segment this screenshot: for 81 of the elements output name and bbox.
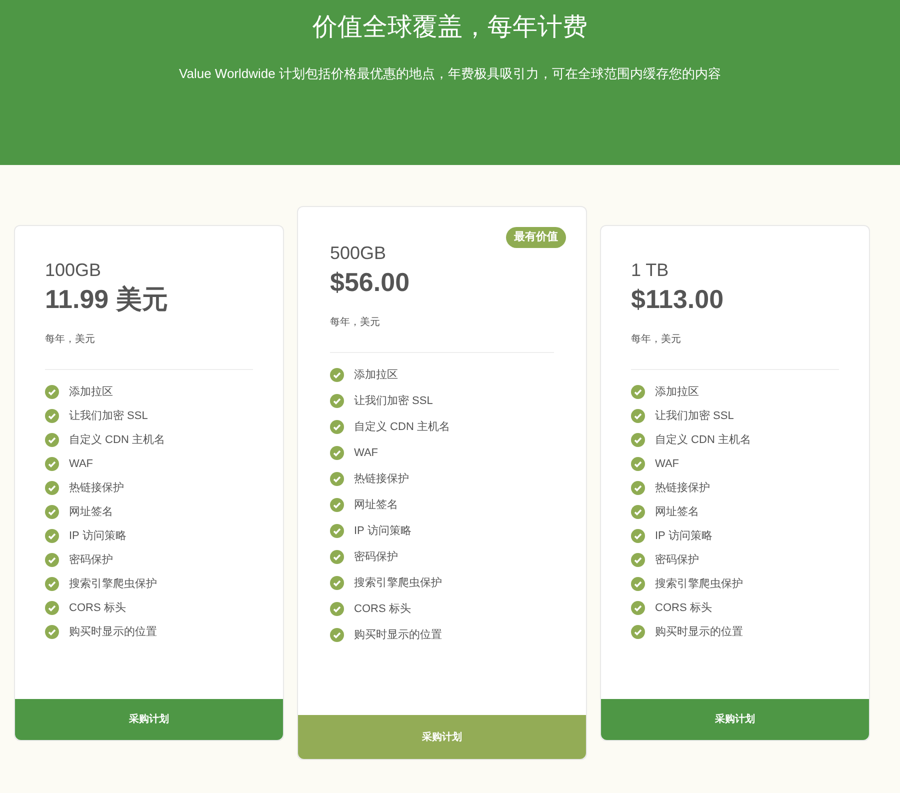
- best-value-badge: 最有价值: [506, 227, 566, 248]
- feature-text: 添加拉区: [69, 384, 113, 400]
- feature-text: IP 访问策略: [69, 528, 126, 544]
- check-icon: [631, 433, 645, 447]
- plan-name: 100GB: [45, 259, 102, 282]
- feature-text: 搜索引擎爬虫保护: [655, 576, 743, 592]
- purchase-plan-button[interactable]: 采购计划: [601, 699, 869, 740]
- feature-text: WAF: [354, 446, 378, 461]
- feature-text: 热链接保护: [655, 480, 710, 496]
- check-icon: [330, 498, 344, 512]
- check-icon: [631, 529, 645, 543]
- feature-text: 让我们加密 SSL: [655, 408, 734, 424]
- check-icon: [330, 394, 344, 408]
- check-icon: [631, 553, 645, 567]
- feature-text: 自定义 CDN 主机名: [655, 432, 751, 448]
- feature-text: 密码保护: [69, 552, 113, 568]
- check-icon: [45, 433, 59, 447]
- plan-name: 500GB: [330, 242, 388, 265]
- check-icon: [631, 601, 645, 615]
- feature-text: IP 访问策略: [354, 524, 412, 539]
- feature-text: 添加拉区: [655, 384, 699, 400]
- feature-text: 热链接保护: [69, 480, 124, 496]
- feature-text: 自定义 CDN 主机名: [354, 420, 450, 435]
- feature-text: 网址签名: [354, 498, 398, 513]
- check-icon: [45, 409, 59, 423]
- billing-period: 每年，美元: [330, 316, 381, 330]
- check-icon: [45, 481, 59, 495]
- check-icon: [631, 505, 645, 519]
- plan-price: $56.00: [330, 266, 411, 299]
- feature-text: 搜索引擎爬虫保护: [354, 576, 442, 591]
- check-icon: [330, 550, 344, 564]
- feature-text: WAF: [655, 456, 680, 472]
- check-icon: [330, 602, 344, 616]
- feature-text: 购买时显示的位置: [69, 624, 157, 640]
- check-icon: [330, 368, 344, 382]
- feature-text: 购买时显示的位置: [655, 624, 743, 640]
- check-icon: [45, 553, 59, 567]
- check-icon: [631, 457, 645, 471]
- check-icon: [631, 481, 645, 495]
- feature-text: CORS 标头: [354, 602, 411, 617]
- check-icon: [631, 577, 645, 591]
- purchase-plan-button[interactable]: 采购计划: [298, 715, 586, 759]
- feature-text: 自定义 CDN 主机名: [69, 432, 165, 448]
- check-icon: [631, 625, 645, 639]
- feature-text: 热链接保护: [354, 472, 409, 487]
- check-icon: [45, 577, 59, 591]
- feature-text: 密码保护: [655, 552, 699, 568]
- check-icon: [45, 457, 59, 471]
- check-icon: [330, 446, 344, 460]
- feature-text: IP 访问策略: [655, 528, 712, 544]
- plan-price: 11.99 美元: [45, 283, 169, 316]
- feature-text: 让我们加密 SSL: [69, 408, 148, 424]
- check-icon: [330, 524, 344, 538]
- check-icon: [45, 529, 59, 543]
- feature-text: WAF: [69, 456, 94, 472]
- feature-text: 网址签名: [69, 504, 113, 520]
- feature-text: 添加拉区: [354, 368, 398, 383]
- check-icon: [330, 472, 344, 486]
- billing-period: 每年，美元: [45, 332, 96, 347]
- page-subtitle: Value Worldwide 计划包括价格最优惠的地点，年费极具吸引力，可在全球范围内缓存您的内容: [178, 65, 722, 83]
- plan-name: 1 TB: [631, 259, 670, 282]
- check-icon: [330, 576, 344, 590]
- check-icon: [330, 628, 344, 642]
- billing-period: 每年，美元: [631, 332, 682, 347]
- check-icon: [45, 601, 59, 615]
- check-icon: [631, 385, 645, 399]
- check-icon: [45, 625, 59, 639]
- page-title: 价值全球覆盖，每年计费: [312, 12, 588, 43]
- plan-price: $113.00: [631, 283, 725, 316]
- feature-text: CORS 标头: [655, 600, 712, 616]
- feature-text: 搜索引擎爬虫保护: [69, 576, 157, 592]
- feature-text: 让我们加密 SSL: [354, 394, 433, 409]
- feature-text: 网址签名: [655, 504, 699, 520]
- feature-text: 密码保护: [354, 550, 398, 565]
- purchase-plan-button[interactable]: 采购计划: [15, 699, 283, 740]
- check-icon: [45, 505, 59, 519]
- feature-text: CORS 标头: [69, 600, 126, 616]
- check-icon: [631, 409, 645, 423]
- check-icon: [330, 420, 344, 434]
- feature-text: 购买时显示的位置: [354, 628, 442, 643]
- check-icon: [45, 385, 59, 399]
